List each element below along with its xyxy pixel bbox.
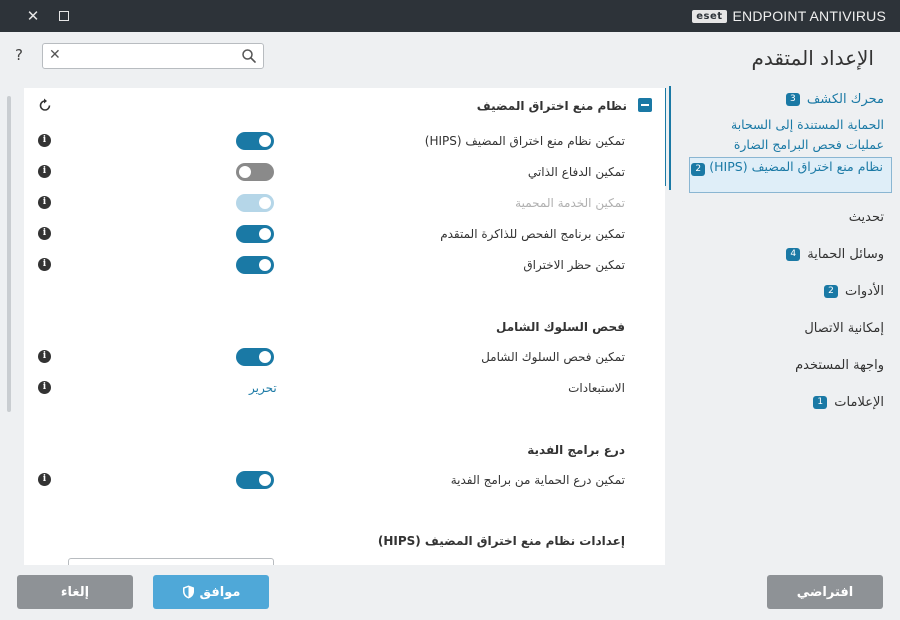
sidebar-item-tools[interactable]: الأدوات 2	[824, 284, 884, 299]
count-badge: 3	[785, 93, 800, 106]
cancel-button[interactable]: إلغاء	[17, 575, 133, 609]
behavior-enable-toggle[interactable]	[236, 348, 274, 366]
behavior-section-title: فحص السلوك الشامل	[496, 320, 625, 334]
default-button[interactable]: افتراضي	[767, 575, 883, 609]
eset-logo: eset	[692, 9, 727, 23]
protected-service-toggle	[236, 194, 274, 212]
sidebar-item-label: واجهة المستخدم	[795, 358, 884, 373]
sidebar-active-indicator	[669, 86, 671, 190]
ransomware-enable-toggle[interactable]	[236, 471, 274, 489]
memory-scanner-toggle[interactable]	[236, 225, 274, 243]
info-icon[interactable]: i	[38, 165, 51, 178]
info-icon[interactable]: i	[38, 350, 51, 363]
sidebar-subitem-cloud-protection[interactable]: الحماية المستندة إلى السحابة	[731, 117, 884, 132]
sidebar-item-protections[interactable]: وسائل الحماية 4	[786, 247, 884, 262]
count-badge: 4	[786, 248, 801, 261]
ok-button-label: موافق	[199, 584, 241, 600]
info-icon[interactable]: i	[38, 473, 51, 486]
protected-service-label: تمكين الخدمة المحمية	[515, 196, 625, 210]
hips-mode-select[interactable]	[68, 558, 274, 565]
search-input[interactable]	[69, 46, 237, 66]
page-title: الإعداد المتقدم	[751, 46, 874, 70]
default-button-label: افتراضي	[796, 584, 854, 600]
shield-icon	[182, 585, 194, 599]
section-title: نظام منع اختراق المضيف	[476, 99, 627, 113]
exclusions-edit-link[interactable]: تحرير	[249, 381, 277, 395]
memory-scanner-label: تمكين برنامج الفحص للذاكرة المتقدم	[440, 227, 625, 241]
help-icon[interactable]: ?	[15, 46, 23, 64]
search-icon[interactable]	[241, 48, 257, 64]
sidebar-item-label: الأدوات	[845, 284, 884, 299]
self-defense-toggle[interactable]	[236, 163, 274, 181]
sidebar-item-label: إمكانية الاتصال	[804, 321, 884, 336]
sidebar-item-user-interface[interactable]: واجهة المستخدم	[795, 358, 884, 373]
exclusions-label: الاستبعادات	[568, 381, 625, 395]
count-badge: 1	[813, 396, 828, 409]
info-icon[interactable]: i	[38, 258, 51, 271]
scrollbar[interactable]	[7, 96, 11, 412]
sidebar: محرك الكشف 3 الحماية المستندة إلى السحاب…	[666, 86, 900, 426]
brand: eset ENDPOINT ANTIVIRUS	[692, 8, 886, 24]
cancel-button-label: إلغاء	[60, 584, 90, 600]
sidebar-item-label: تحديث	[848, 210, 884, 225]
sidebar-item-label: وسائل الحماية	[807, 247, 884, 262]
count-badge: 2	[824, 285, 839, 298]
sidebar-item-connectivity[interactable]: إمكانية الاتصال	[804, 321, 884, 336]
sidebar-item-label: محرك الكشف	[806, 92, 884, 107]
maximize-icon[interactable]	[54, 6, 74, 26]
sidebar-subitem-hips[interactable]: نظام منع اختراق المضيف (HIPS) 2	[689, 157, 892, 193]
count-badge: 2	[691, 163, 706, 176]
behavior-enable-label: تمكين فحص السلوك الشامل	[481, 350, 625, 364]
sidebar-item-update[interactable]: تحديث	[849, 210, 884, 225]
info-icon[interactable]: i	[38, 381, 51, 394]
ok-button[interactable]: موافق	[153, 575, 269, 609]
sidebar-subitem-malware-scans[interactable]: عمليات فحص البرامج الضارة	[734, 137, 884, 152]
revert-icon[interactable]	[37, 97, 53, 113]
info-icon[interactable]: i	[38, 227, 51, 240]
ransomware-enable-label: تمكين درع الحماية من برامج الفدية	[450, 473, 625, 487]
hips-settings-title: إعدادات نظام منع اختراق المضيف (HIPS)	[377, 534, 625, 548]
close-icon[interactable]: ✕	[23, 6, 43, 26]
sidebar-item-label: نظام منع اختراق المضيف (HIPS)	[709, 159, 883, 174]
exploit-blocker-toggle[interactable]	[236, 256, 274, 274]
sidebar-item-label: الإعلامات	[834, 395, 884, 410]
hips-enable-toggle[interactable]	[236, 132, 274, 150]
exploit-blocker-label: تمكين حظر الاختراق	[523, 258, 625, 272]
hips-enable-label: تمكين نظام منع اختراق المضيف (HIPS)	[424, 134, 625, 148]
collapse-section-icon[interactable]	[638, 98, 652, 112]
sidebar-item-notifications[interactable]: الإعلامات 1	[813, 395, 884, 410]
title-bar: ✕ eset ENDPOINT ANTIVIRUS	[0, 0, 900, 32]
settings-panel: نظام منع اختراق المضيف تمكين نظام منع اخ…	[24, 88, 665, 565]
search-box: ✕	[42, 43, 264, 69]
product-name: ENDPOINT ANTIVIRUS	[732, 8, 886, 24]
sidebar-item-detection-engine[interactable]: محرك الكشف 3	[785, 92, 884, 107]
self-defense-label: تمكين الدفاع الذاتي	[527, 165, 625, 179]
info-icon[interactable]: i	[38, 196, 51, 209]
clear-search-icon[interactable]: ✕	[49, 47, 61, 63]
info-icon[interactable]: i	[38, 134, 51, 147]
ransomware-section-title: درع برامج الفدية	[527, 443, 625, 457]
